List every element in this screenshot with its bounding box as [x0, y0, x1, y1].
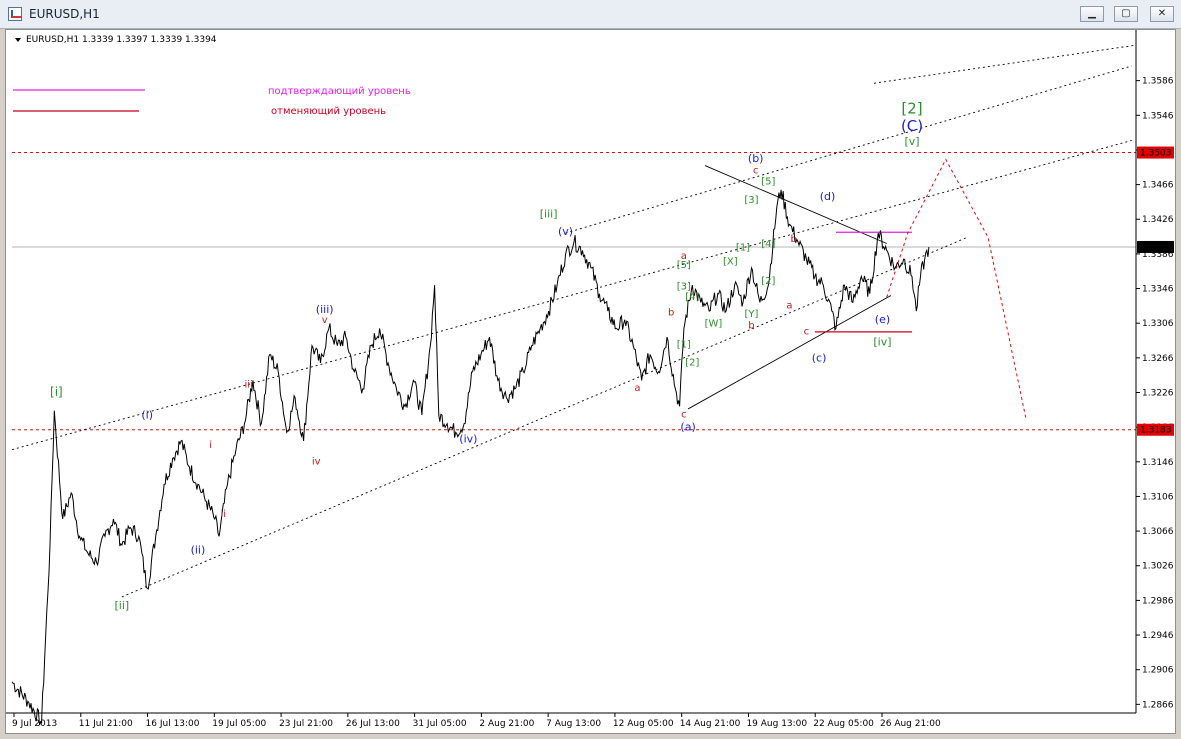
wave-label: [v] [904, 135, 919, 148]
wave-label: [ii] [115, 599, 130, 612]
projection-path [886, 158, 1027, 420]
wave-label: (C) [901, 117, 923, 135]
trend-line-1 [565, 65, 1132, 234]
wave-label: [i] [50, 385, 63, 399]
wave-label: (a) [680, 421, 695, 434]
wave-label: (e) [875, 313, 890, 326]
x-tick-label: 26 Jul 13:00 [346, 719, 400, 729]
wave-label: c [804, 326, 810, 337]
confirm-legend-label: подтверждающий уровень [268, 86, 411, 97]
symbol-header: EURUSD,H1 1.3339 1.3397 1.3339 1.3394 [26, 35, 217, 45]
wave-label: [3] [677, 281, 691, 292]
y-tick-label: 1.2986 [1142, 596, 1174, 606]
upper-level-tag: 1.3503 [1140, 149, 1172, 159]
x-tick-label: 19 Aug 13:00 [746, 719, 807, 729]
trend-line-2 [873, 44, 1137, 84]
chart-window-icon [8, 7, 22, 21]
wave-label: [1] [677, 339, 691, 350]
lower-level-tag: 1.3183 [1140, 426, 1172, 436]
wave-label: (d) [820, 190, 836, 203]
wave-label: [5] [677, 260, 691, 271]
y-tick-label: 1.2866 [1142, 700, 1174, 710]
wave-label: [4] [685, 292, 699, 303]
x-tick-label: 22 Aug 05:00 [813, 719, 874, 729]
wave-label: [iv] [873, 336, 891, 349]
wave-label: [4] [761, 239, 775, 250]
y-tick-label: 1.3106 [1142, 492, 1174, 502]
x-tick-label: 19 Jul 05:00 [212, 719, 266, 729]
y-tick-label: 1.3586 [1142, 77, 1174, 87]
window-titlebar: EURUSD,H1 ▁ ▢ ✕ [0, 0, 1181, 29]
x-tick-label: 16 Jul 13:00 [146, 719, 200, 729]
trend-line-3 [11, 139, 1132, 451]
x-tick-label: 23 Jul 21:00 [279, 719, 333, 729]
wave-label: [5] [761, 177, 775, 188]
x-tick-label: 2 Aug 21:00 [479, 719, 534, 729]
y-tick-label: 1.3266 [1142, 354, 1174, 364]
wave-label: i [209, 440, 212, 451]
wave-label: [3] [744, 195, 758, 206]
wave-label: b [791, 234, 797, 245]
wave-label: [2] [761, 276, 775, 287]
wave-label: iii [244, 379, 252, 390]
wave-label: [2] [685, 358, 699, 369]
wave-label: (b) [748, 152, 764, 165]
minimize-button[interactable]: ▁ [1080, 6, 1104, 22]
wave-label: (ii) [191, 544, 206, 557]
y-tick-label: 1.3066 [1142, 527, 1174, 537]
x-tick-label: 12 Aug 05:00 [613, 719, 674, 729]
wave-label: [X] [723, 256, 738, 267]
x-tick-label: 11 Jul 21:00 [79, 719, 133, 729]
wave-label: c [681, 410, 687, 421]
wave-label: (i) [141, 408, 153, 421]
price-series [11, 189, 930, 726]
wave-label: [Y] [745, 309, 759, 320]
x-tick-label: 31 Jul 05:00 [413, 719, 467, 729]
wave-label: (iii) [316, 303, 334, 316]
wave-label: (iv) [459, 433, 477, 446]
maximize-button[interactable]: ▢ [1114, 6, 1138, 22]
wave-label: [W] [705, 319, 723, 330]
wave-label: b [668, 307, 674, 318]
chart-area[interactable]: [i] [ii] (i) (ii) i ii iii iv v (iii) (iv) [iii] (v)… [5, 29, 1176, 734]
wave-label: v [322, 315, 328, 326]
wave-label: c [753, 165, 759, 176]
wave-label: [1] [736, 242, 750, 253]
y-tick-label: 1.3306 [1142, 319, 1174, 329]
y-tick-label: 1.2946 [1142, 631, 1174, 641]
x-tick-label: 14 Aug 21:00 [680, 719, 741, 729]
x-tick-label: 9 Jul 2013 [12, 719, 57, 729]
wave-label: [iii] [540, 208, 558, 221]
wave-label: b [748, 320, 754, 331]
wave-label: (v) [558, 225, 573, 238]
symbol-dropdown-icon[interactable] [15, 38, 21, 42]
current-price-tag: 1.3394 [1140, 243, 1172, 253]
wave-label: a [634, 383, 640, 394]
wave-label: ii [220, 509, 226, 520]
cancel-legend-label: отменяющий уровень [271, 106, 386, 117]
wave-label: iv [312, 456, 321, 467]
wave-label: [2] [901, 100, 922, 118]
window-title: EURUSD,H1 [29, 7, 100, 21]
y-tick-label: 1.3426 [1142, 215, 1174, 225]
y-tick-label: 1.3466 [1142, 181, 1174, 191]
wave-label: (c) [812, 351, 827, 364]
y-tick-label: 1.3226 [1142, 388, 1174, 398]
wave-label: a [786, 300, 792, 311]
trend-line-0 [121, 237, 968, 598]
close-button[interactable]: ✕ [1150, 6, 1174, 22]
y-tick-label: 1.3146 [1142, 458, 1174, 468]
y-tick-label: 1.3026 [1142, 562, 1174, 572]
y-tick-label: 1.2906 [1142, 666, 1174, 676]
y-tick-label: 1.3346 [1142, 285, 1174, 295]
price-chart[interactable]: [i][ii](i)(ii)iiiiiiivv(iii)(iv)[iii](v)… [6, 30, 1175, 733]
x-tick-label: 26 Aug 21:00 [880, 719, 941, 729]
y-tick-label: 1.3546 [1142, 111, 1174, 121]
x-tick-label: 7 Aug 13:00 [546, 719, 601, 729]
